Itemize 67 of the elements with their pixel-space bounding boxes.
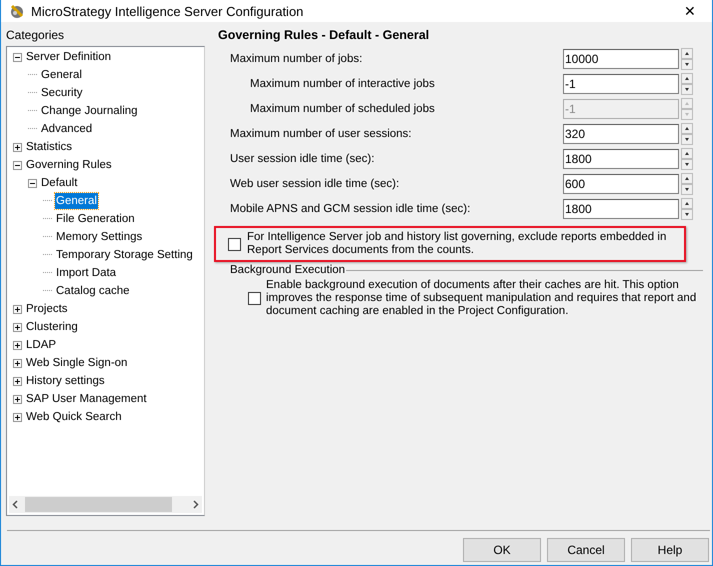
- tree-item[interactable]: History settings: [25, 373, 106, 389]
- tree-item[interactable]: Projects: [25, 301, 69, 317]
- scroll-right-icon[interactable]: [193, 500, 199, 509]
- tree-item[interactable]: Memory Settings: [55, 229, 144, 245]
- horizontal-scrollbar[interactable]: [9, 496, 202, 513]
- tree-item[interactable]: Import Data: [55, 265, 118, 281]
- number-field[interactable]: 320: [563, 124, 679, 144]
- tree-item[interactable]: Server Definition: [25, 49, 112, 65]
- expand-icon[interactable]: [13, 412, 22, 422]
- expand-icon[interactable]: [13, 394, 22, 404]
- number-field[interactable]: 1800: [563, 149, 679, 169]
- spinner-icon[interactable]: [681, 148, 693, 170]
- app-icon: [9, 3, 25, 19]
- expand-icon[interactable]: [13, 376, 22, 386]
- categories-label: Categories: [5, 27, 66, 44]
- checkbox[interactable]: [228, 238, 241, 250]
- number-field[interactable]: 1800: [563, 199, 679, 219]
- expand-icon[interactable]: [13, 340, 22, 350]
- spinner-icon[interactable]: [681, 198, 693, 220]
- option-text: For Intelligence Server job and history list governing, exclude reports embedded in Report Services documents from the counts.: [247, 231, 668, 257]
- tree-item[interactable]: LDAP: [25, 337, 58, 353]
- checkbox[interactable]: [248, 292, 261, 305]
- tree-item[interactable]: Default: [40, 175, 78, 191]
- expand-icon[interactable]: [13, 322, 22, 332]
- scroll-left-icon[interactable]: [12, 500, 18, 509]
- tree-item[interactable]: Temporary Storage Setting: [55, 247, 194, 263]
- tree-item[interactable]: SAP User Management: [25, 391, 148, 407]
- expand-icon[interactable]: [13, 304, 22, 314]
- tree-item[interactable]: Clustering: [25, 319, 79, 335]
- number-field[interactable]: 10000: [563, 49, 679, 69]
- tree-item[interactable]: Governing Rules: [25, 157, 113, 173]
- group-title: Background Execution: [230, 264, 346, 276]
- collapse-icon[interactable]: [13, 52, 22, 62]
- expand-icon[interactable]: [13, 142, 22, 152]
- close-button[interactable]: ✕: [670, 0, 710, 22]
- tree-item[interactable]: General: [55, 193, 98, 209]
- dialog-button[interactable]: Cancel: [547, 538, 625, 562]
- field-label: User session idle time (sec):: [230, 153, 374, 165]
- expand-icon[interactable]: [13, 358, 22, 368]
- tree-item[interactable]: Advanced: [40, 121, 94, 137]
- field-label: Web user session idle time (sec):: [230, 178, 400, 190]
- tree-item[interactable]: Change Journaling: [40, 103, 139, 119]
- collapse-icon[interactable]: [28, 178, 37, 188]
- spinner-icon[interactable]: [681, 73, 693, 95]
- tree-item[interactable]: File Generation: [55, 211, 136, 227]
- tree-item[interactable]: Security: [40, 85, 84, 101]
- tree-item[interactable]: Catalog cache: [55, 283, 131, 299]
- field-label: Mobile APNS and GCM session idle time (sec):: [230, 203, 470, 215]
- field-label: Maximum number of scheduled jobs: [249, 103, 435, 115]
- spinner-icon[interactable]: [681, 173, 693, 195]
- field-label: Maximum number of interactive jobs: [249, 78, 435, 90]
- field-label: Maximum number of user sessions:: [230, 128, 412, 140]
- dialog-button[interactable]: OK: [463, 538, 541, 562]
- option-text: Enable background execution of documents after their caches are hit. This option improves the response time of subsequent manipulation and requires that report and document caching are enabled in the Project Configuration.: [266, 279, 698, 318]
- tree-item[interactable]: General: [40, 67, 83, 83]
- page-heading: Governing Rules - Default - General: [217, 27, 430, 44]
- field-label: Maximum number of jobs:: [230, 53, 362, 65]
- tree-item[interactable]: Web Single Sign-on: [25, 355, 128, 371]
- collapse-icon[interactable]: [13, 160, 22, 170]
- dialog-button[interactable]: Help: [631, 538, 709, 562]
- spinner-icon[interactable]: [681, 48, 693, 70]
- window-title: MicroStrategy Intelligence Server Configuration: [31, 4, 304, 18]
- spinner-icon[interactable]: [681, 123, 693, 145]
- tree-item[interactable]: Statistics: [25, 139, 74, 155]
- tree-item[interactable]: Web Quick Search: [25, 409, 123, 425]
- number-field[interactable]: 600: [563, 174, 679, 194]
- number-field[interactable]: -1: [563, 74, 679, 94]
